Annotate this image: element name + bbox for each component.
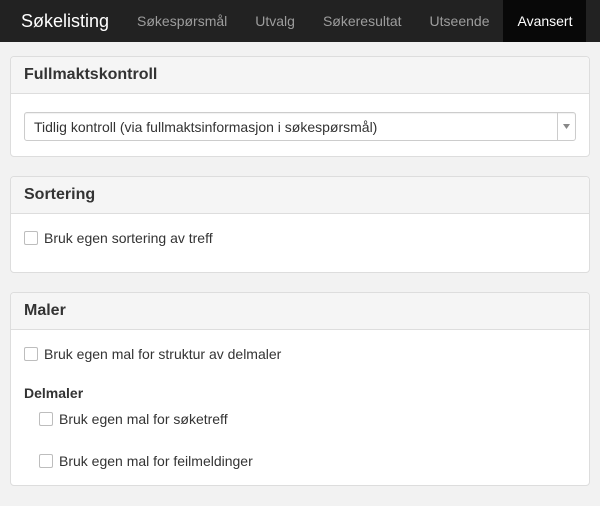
checkbox-label: Bruk egen sortering av treff bbox=[44, 230, 213, 246]
tab-utseende[interactable]: Utseende bbox=[416, 0, 504, 42]
tab-utvalg[interactable]: Utvalg bbox=[241, 0, 309, 42]
main-content: Fullmaktskontroll Tidlig kontroll (via f… bbox=[0, 42, 600, 486]
checkbox-label: Bruk egen mal for struktur av delmaler bbox=[44, 346, 282, 362]
panel-title: Fullmaktskontroll bbox=[24, 66, 158, 83]
feilmeldinger-checkbox-row[interactable]: Bruk egen mal for feilmeldinger bbox=[39, 453, 576, 469]
struktur-checkbox-row[interactable]: Bruk egen mal for struktur av delmaler bbox=[24, 346, 576, 362]
panel-heading: Sortering bbox=[11, 177, 589, 214]
chevron-down-icon bbox=[557, 113, 575, 140]
panel-sortering: Sortering Bruk egen sortering av treff bbox=[10, 176, 590, 273]
panel-heading: Maler bbox=[11, 293, 589, 330]
panel-body: Bruk egen mal for struktur av delmaler D… bbox=[11, 330, 589, 485]
soketreff-checkbox-row[interactable]: Bruk egen mal for søketreff bbox=[39, 411, 576, 427]
delmaler-heading: Delmaler bbox=[24, 385, 84, 401]
sortering-checkbox-row[interactable]: Bruk egen sortering av treff bbox=[24, 230, 576, 246]
select-value: Tidlig kontroll (via fullmaktsinformasjo… bbox=[34, 118, 378, 135]
panel-body: Tidlig kontroll (via fullmaktsinformasjo… bbox=[11, 94, 589, 156]
checkbox-label: Bruk egen mal for søketreff bbox=[59, 411, 228, 427]
sortering-checkbox[interactable] bbox=[24, 231, 38, 245]
struktur-checkbox[interactable] bbox=[24, 347, 38, 361]
top-navbar: Søkelisting Søkespørsmål Utvalg Søkeresu… bbox=[0, 0, 600, 42]
panel-title: Sortering bbox=[24, 186, 96, 203]
checkbox-label: Bruk egen mal for feilmeldinger bbox=[59, 453, 253, 469]
fullmakt-select[interactable]: Tidlig kontroll (via fullmaktsinformasjo… bbox=[24, 112, 576, 141]
tab-sokeresultat[interactable]: Søkeresultat bbox=[309, 0, 416, 42]
tab-sokesporsmal[interactable]: Søkespørsmål bbox=[123, 0, 241, 42]
panel-fullmaktskontroll: Fullmaktskontroll Tidlig kontroll (via f… bbox=[10, 56, 590, 157]
tab-avansert[interactable]: Avansert bbox=[503, 0, 587, 42]
panel-body: Bruk egen sortering av treff bbox=[11, 214, 589, 272]
soketreff-checkbox[interactable] bbox=[39, 412, 53, 426]
feilmeldinger-checkbox[interactable] bbox=[39, 454, 53, 468]
panel-maler: Maler Bruk egen mal for struktur av delm… bbox=[10, 292, 590, 486]
panel-heading: Fullmaktskontroll bbox=[11, 57, 589, 94]
app-brand[interactable]: Søkelisting bbox=[0, 0, 123, 42]
panel-title: Maler bbox=[24, 302, 66, 319]
